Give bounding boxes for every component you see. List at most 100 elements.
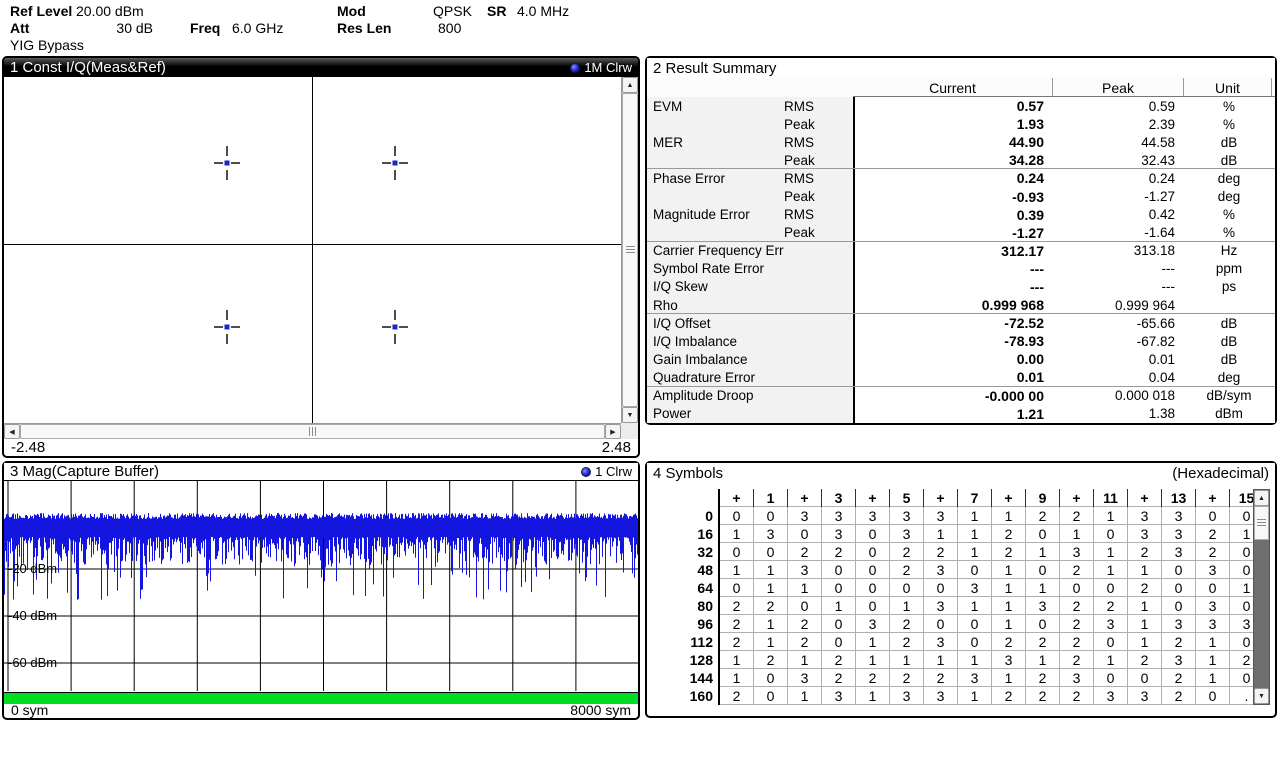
result-param-name: Rho xyxy=(647,298,784,313)
result-unit: Hz xyxy=(1183,243,1275,258)
const-hscroll-thumb[interactable] xyxy=(20,424,605,439)
symbol-cell: 2 xyxy=(1026,687,1060,705)
freq-label[interactable]: Freq xyxy=(190,20,220,36)
symbols-scrollbar[interactable]: ▲ ▼ xyxy=(1253,489,1270,705)
constellation-point xyxy=(209,307,245,347)
mag-x-end: 8000 sym xyxy=(570,702,631,718)
symbol-cell: 0 xyxy=(1162,561,1196,579)
result-row: Rho 0.999 9680.999 964 xyxy=(647,296,1275,314)
freq-value[interactable]: 6.0 GHz xyxy=(232,20,283,36)
result-row: Quadrature Error0.010.04deg xyxy=(647,368,1275,386)
symbols-col-header: + xyxy=(856,489,890,507)
symbols-table-header: +1+3+5+7+9+11+13+15 xyxy=(653,489,1264,507)
symbols-row-index: 96 xyxy=(653,615,719,633)
const-window-titlebar[interactable]: 1 Const I/Q(Meas&Ref) 1M Clrw xyxy=(4,58,638,77)
symbol-cell: 0 xyxy=(822,633,856,651)
symbols-col-header: 3 xyxy=(822,489,856,507)
symbol-cell: 3 xyxy=(1094,687,1128,705)
result-current-value: 0.57 xyxy=(855,98,1054,114)
result-peak-value: -65.66 xyxy=(1054,316,1183,331)
symbol-cell: 1 xyxy=(958,687,992,705)
scroll-up-icon[interactable]: ▲ xyxy=(1254,490,1269,506)
symbol-cell: 3 xyxy=(924,687,958,705)
res-len-label[interactable]: Res Len xyxy=(337,20,391,36)
symbols-window-titlebar[interactable]: 4 Symbols (Hexadecimal) xyxy=(647,463,1275,483)
symbol-cell: 2 xyxy=(1060,507,1094,525)
const-y-axis xyxy=(312,77,313,423)
symbol-cell: 3 xyxy=(890,525,924,543)
symbol-cell: 2 xyxy=(1060,615,1094,633)
att-label[interactable]: Att xyxy=(10,20,29,36)
result-current-value: 0.39 xyxy=(855,207,1054,223)
result-peak-value: 0.000 018 xyxy=(1054,388,1183,403)
symbols-scroll-thumb[interactable] xyxy=(1254,506,1269,540)
result-row: Magnitude ErrorRMS0.390.42% xyxy=(647,206,1275,224)
mag-trace-legend[interactable]: 1 Clrw xyxy=(581,464,632,479)
scrollbar-corner xyxy=(621,423,638,439)
scroll-right-icon[interactable]: ▶ xyxy=(605,424,621,439)
symbol-cell: 1 xyxy=(992,579,1026,597)
const-trace-legend[interactable]: 1M Clrw xyxy=(570,60,632,75)
symbol-cell: 2 xyxy=(719,687,754,705)
result-param-subname: RMS xyxy=(784,207,853,222)
const-vertical-scrollbar[interactable]: ▲ ▼ xyxy=(621,77,638,423)
result-current-value: -1.27 xyxy=(855,225,1054,241)
result-current-value: 1.93 xyxy=(855,116,1054,132)
result-row: Carrier Frequency Error312.17313.18Hz xyxy=(647,241,1275,260)
result-unit: dB xyxy=(1183,352,1275,367)
scroll-down-icon[interactable]: ▼ xyxy=(622,407,638,423)
scroll-down-icon[interactable]: ▼ xyxy=(1254,688,1269,704)
mod-value[interactable]: QPSK xyxy=(433,3,472,19)
symbol-cell: 3 xyxy=(856,507,890,525)
result-current-value: 1.21 xyxy=(855,406,1054,422)
symbol-cell: 3 xyxy=(1162,615,1196,633)
att-value[interactable]: 30 dB xyxy=(76,20,153,36)
const-plot-area[interactable] xyxy=(4,77,621,423)
symbol-cell: 2 xyxy=(1026,633,1060,651)
symbol-cell: 0 xyxy=(754,543,788,561)
mag-window-titlebar[interactable]: 3 Mag(Capture Buffer) 1 Clrw xyxy=(4,463,638,481)
const-vscroll-thumb[interactable] xyxy=(622,93,638,407)
result-current-value: -78.93 xyxy=(855,333,1054,349)
symbol-cell: 1 xyxy=(754,579,788,597)
symbol-cell: 2 xyxy=(992,543,1026,561)
result-values: 312.17313.18Hz xyxy=(853,242,1275,260)
symbol-cell: 1 xyxy=(1026,579,1060,597)
result-param-subname: RMS xyxy=(784,135,853,150)
sr-value[interactable]: 4.0 MHz xyxy=(517,3,569,19)
symbol-cell: 0 xyxy=(822,579,856,597)
ref-level-value[interactable]: 20.00 dBm xyxy=(76,3,144,19)
result-param-subname: Peak xyxy=(784,117,853,132)
result-values: 0.999 9680.999 964 xyxy=(853,296,1275,314)
result-values: -0.93-1.27deg xyxy=(853,187,1275,205)
symbols-format-label: (Hexadecimal) xyxy=(1172,465,1269,482)
symbol-cell: 3 xyxy=(890,507,924,525)
ref-level-label[interactable]: Ref Level xyxy=(10,3,72,19)
symbol-cell: 1 xyxy=(992,561,1026,579)
mod-label[interactable]: Mod xyxy=(337,3,366,19)
result-summary-titlebar[interactable]: 2 Result Summary xyxy=(647,58,1275,78)
res-len-value[interactable]: 800 xyxy=(438,20,461,36)
symbols-row: 1281212111131212312 xyxy=(653,651,1264,669)
result-values: 0.000.01dB xyxy=(853,350,1275,368)
result-summary-window: 2 Result Summary Current Peak Unit EVMRM… xyxy=(645,56,1277,425)
symbol-cell: 3 xyxy=(1128,507,1162,525)
symbol-cell: 1 xyxy=(1196,669,1230,687)
mag-plot-area[interactable]: -20 dBm-40 dBm-60 dBm xyxy=(4,481,638,691)
symbol-cell: 3 xyxy=(958,669,992,687)
result-current-value: 44.90 xyxy=(855,134,1054,150)
scroll-left-icon[interactable]: ◀ xyxy=(4,424,20,439)
sr-label[interactable]: SR xyxy=(487,3,506,19)
result-row: Peak1.932.39% xyxy=(647,115,1275,133)
symbol-cell: 0 xyxy=(1094,633,1128,651)
result-peak-value: -1.27 xyxy=(1054,189,1183,204)
result-summary-title: 2 Result Summary xyxy=(653,60,776,77)
const-horizontal-scrollbar[interactable]: ◀ ▶ xyxy=(4,423,621,439)
scroll-up-icon[interactable]: ▲ xyxy=(622,77,638,93)
result-peak-value: 0.04 xyxy=(1054,370,1183,385)
symbol-cell: 0 xyxy=(958,561,992,579)
symbol-cell: 1 xyxy=(958,543,992,561)
symbol-cell: 0 xyxy=(788,525,822,543)
symbol-cell: 3 xyxy=(1060,543,1094,561)
result-row: Peak-1.27-1.64% xyxy=(647,224,1275,242)
